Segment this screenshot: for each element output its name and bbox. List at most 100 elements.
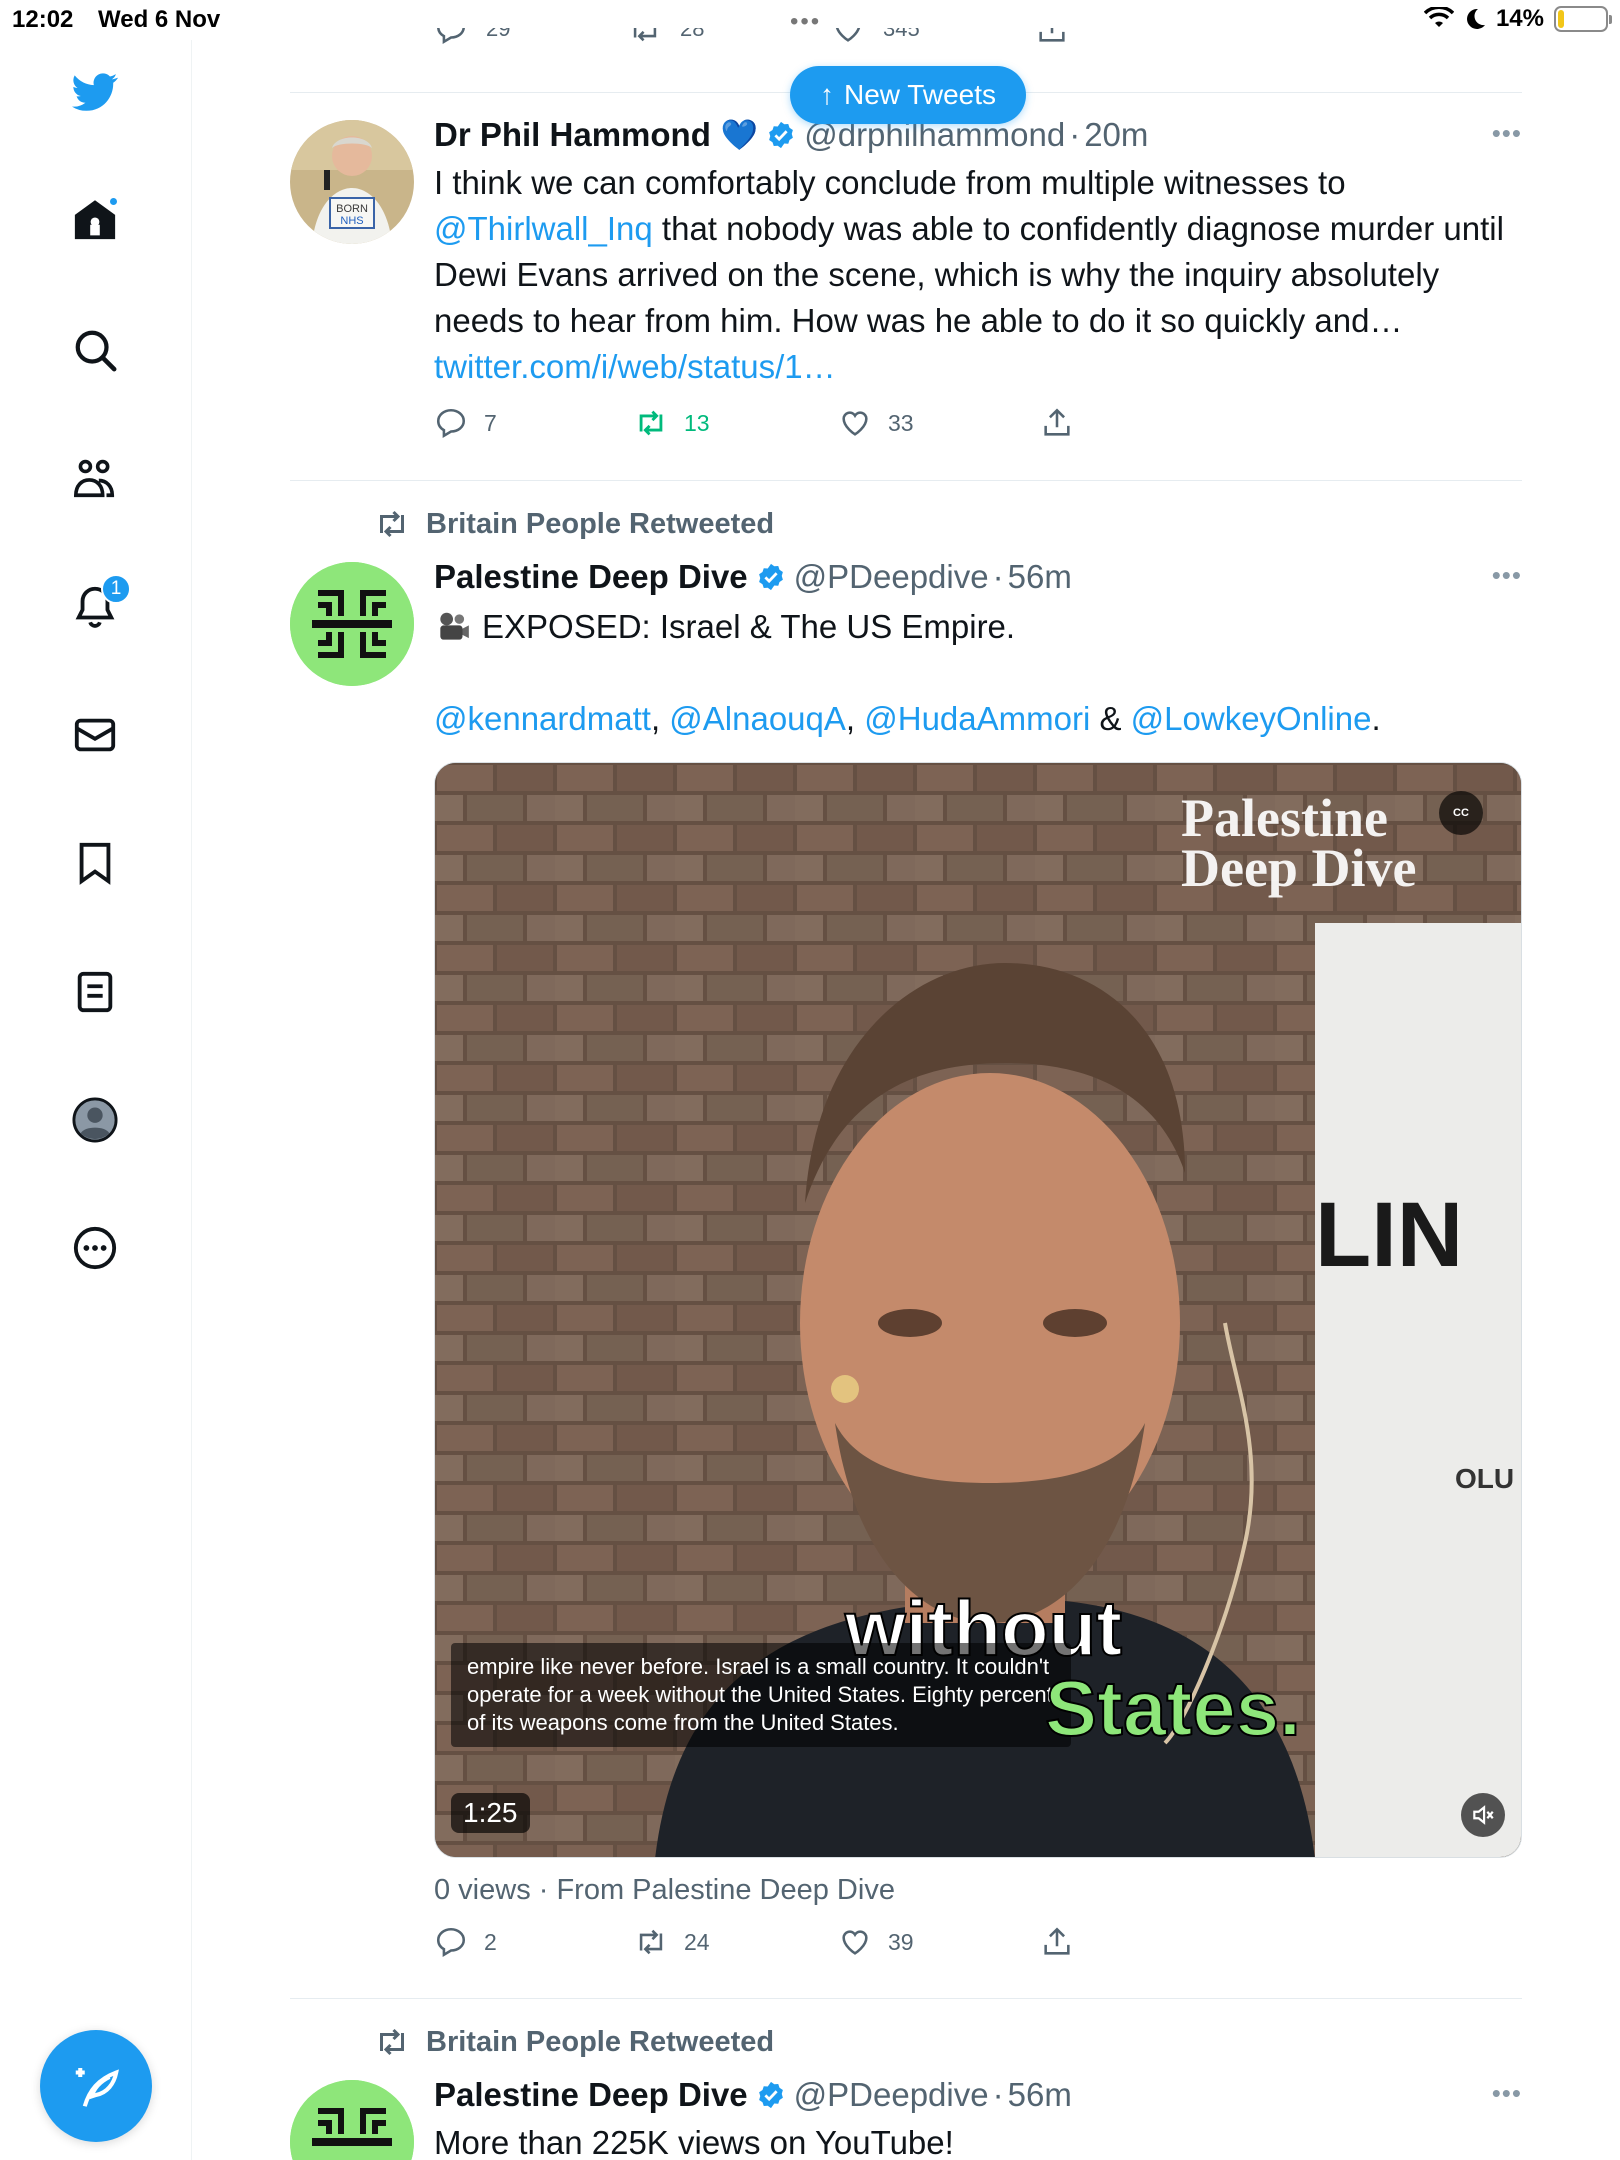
- like-button[interactable]: 39: [838, 1925, 914, 1959]
- video-views-line: 0 views · From Palestine Deep Dive: [434, 1874, 895, 1906]
- more-icon[interactable]: [65, 1218, 125, 1278]
- retweeted-by-label[interactable]: Britain People Retweeted: [374, 2024, 774, 2060]
- tweet-time[interactable]: 56m: [1008, 558, 1072, 596]
- reply-count: 2: [484, 1928, 497, 1955]
- video-duration: 1:25: [451, 1793, 530, 1833]
- verified-badge-icon: [758, 2081, 783, 2109]
- tweet-text: More than 225K views on YouTube!: [434, 2124, 954, 2160]
- share-button[interactable]: [1040, 406, 1074, 440]
- tweet-header: Palestine Deep Dive @PDeepdive · 56m: [434, 2076, 1072, 2114]
- previous-reply-count[interactable]: 29: [436, 28, 510, 46]
- closed-captions-button[interactable]: CC: [1439, 791, 1483, 835]
- divider: [290, 1998, 1522, 1999]
- banner-small-text: OLU: [1455, 1463, 1515, 1494]
- author-name[interactable]: Palestine Deep Dive: [434, 558, 748, 596]
- mention-link[interactable]: @LowkeyOnline: [1131, 700, 1372, 737]
- video-watermark: Palestine Deep Dive: [1181, 788, 1417, 898]
- tweet-pdeepdive-youtube[interactable]: Britain People Retweeted Palestine Deep …: [290, 2024, 1522, 2160]
- share-icon: [1044, 1927, 1070, 1955]
- author-name[interactable]: Dr Phil Hammond: [434, 116, 711, 154]
- compose-tweet-button[interactable]: [40, 2030, 152, 2142]
- mention-link[interactable]: @HudaAmmori: [864, 700, 1090, 737]
- more-options-icon[interactable]: •••: [1492, 118, 1522, 149]
- mute-button[interactable]: [1461, 1793, 1505, 1837]
- tweet-mentions: @kennardmatt, @AlnaouqA, @HudaAmmori & @…: [434, 700, 1381, 737]
- divider: [290, 480, 1522, 481]
- mention-link[interactable]: @AlnaouqA: [669, 700, 846, 737]
- status-date: Wed 6 Nov: [98, 6, 221, 33]
- mention-link[interactable]: @kennardmatt: [434, 700, 651, 737]
- tweet-time[interactable]: 56m: [1008, 2076, 1072, 2114]
- retweet-icon: [380, 510, 404, 538]
- lists-icon[interactable]: [65, 962, 125, 1022]
- new-tweets-label: New Tweets: [844, 79, 996, 110]
- notifications-icon[interactable]: 1: [65, 574, 131, 636]
- tweet-text: I think we can comfortably conclude from…: [434, 164, 1504, 385]
- like-icon: [835, 28, 861, 42]
- avatar[interactable]: [290, 562, 414, 686]
- like-count: 39: [888, 1928, 914, 1955]
- share-button[interactable]: [1040, 1925, 1074, 1959]
- sidebar-nav: 1: [0, 40, 192, 2160]
- twitter-logo-icon[interactable]: [65, 62, 125, 122]
- like-button[interactable]: 33: [838, 406, 914, 440]
- tweet-actions: 2 24 39: [434, 1925, 1522, 1969]
- video-player[interactable]: LIN OLU Palestine Deep Dive CC without e…: [434, 762, 1522, 1858]
- previous-retweet-count[interactable]: 28: [628, 28, 704, 46]
- reply-icon: [436, 1927, 466, 1958]
- tweet-actions: 7 13 33: [434, 406, 1522, 450]
- reply-button[interactable]: 7: [434, 406, 497, 440]
- reply-icon: [437, 28, 465, 45]
- palestine-deep-dive-logo-icon: [290, 2080, 414, 2160]
- muted-speaker-icon: [1473, 1805, 1494, 1825]
- retweet-button[interactable]: 24: [634, 1925, 710, 1959]
- burned-subtitle-green: States.: [1044, 1663, 1302, 1753]
- messages-icon[interactable]: [65, 705, 125, 765]
- home-icon[interactable]: [65, 190, 125, 250]
- search-icon[interactable]: [65, 320, 125, 380]
- avatar-shirt-text: BORN: [336, 203, 368, 215]
- compose-feather-icon: [75, 2068, 119, 2107]
- retweet-icon: [639, 1929, 663, 1955]
- video-captions: empire like never before. Israel is a sm…: [451, 1643, 1071, 1747]
- status-link[interactable]: twitter.com/i/web/status/1…: [434, 348, 836, 385]
- background-banner: [1315, 923, 1521, 1857]
- profile-icon[interactable]: [65, 1090, 125, 1150]
- more-options-icon[interactable]: •••: [1492, 2078, 1522, 2109]
- avatar[interactable]: [290, 2080, 414, 2160]
- retweet-icon: [380, 2028, 404, 2056]
- like-count: 33: [888, 409, 914, 436]
- previous-like-count[interactable]: 345: [831, 28, 920, 46]
- retweet-count: 13: [684, 409, 710, 436]
- tweet-header: Palestine Deep Dive @PDeepdive · 56m: [434, 558, 1072, 596]
- battery-icon: [1554, 6, 1612, 32]
- palestine-deep-dive-logo-icon: [290, 562, 414, 686]
- avatar[interactable]: BORN NHS: [290, 120, 414, 244]
- tweet-time[interactable]: 20m: [1084, 116, 1148, 154]
- retweet-count: 24: [684, 1928, 710, 1955]
- new-tweets-button[interactable]: ↑ New Tweets: [790, 66, 1026, 124]
- author-handle[interactable]: @PDeepdive: [794, 558, 989, 596]
- bookmarks-icon[interactable]: [65, 833, 125, 893]
- communities-icon[interactable]: [65, 448, 125, 508]
- more-options-icon[interactable]: •••: [1492, 560, 1522, 591]
- home-new-dot: [108, 196, 119, 207]
- author-name[interactable]: Palestine Deep Dive: [434, 2076, 748, 2114]
- status-time: 12:02: [12, 6, 74, 33]
- previous-share-button[interactable]: [1035, 28, 1069, 46]
- reply-button[interactable]: 2: [434, 1925, 497, 1959]
- up-arrow-icon: ↑: [820, 79, 834, 110]
- tweet-text: EXPOSED: Israel & The US Empire.: [434, 604, 1522, 650]
- retweet-icon: [639, 410, 663, 436]
- retweet-button[interactable]: 13: [634, 406, 710, 440]
- author-handle[interactable]: @PDeepdive: [794, 2076, 989, 2114]
- retweet-icon: [633, 28, 657, 42]
- like-icon: [842, 1930, 868, 1955]
- mention-link[interactable]: @Thirlwall_Inq: [434, 210, 653, 247]
- retweeted-by-label[interactable]: Britain People Retweeted: [374, 506, 774, 542]
- like-icon: [842, 411, 868, 436]
- reply-count: 7: [484, 409, 497, 436]
- svg-text:NHS: NHS: [340, 215, 363, 227]
- banner-text: LIN: [1315, 1184, 1464, 1286]
- share-icon: [1044, 408, 1070, 436]
